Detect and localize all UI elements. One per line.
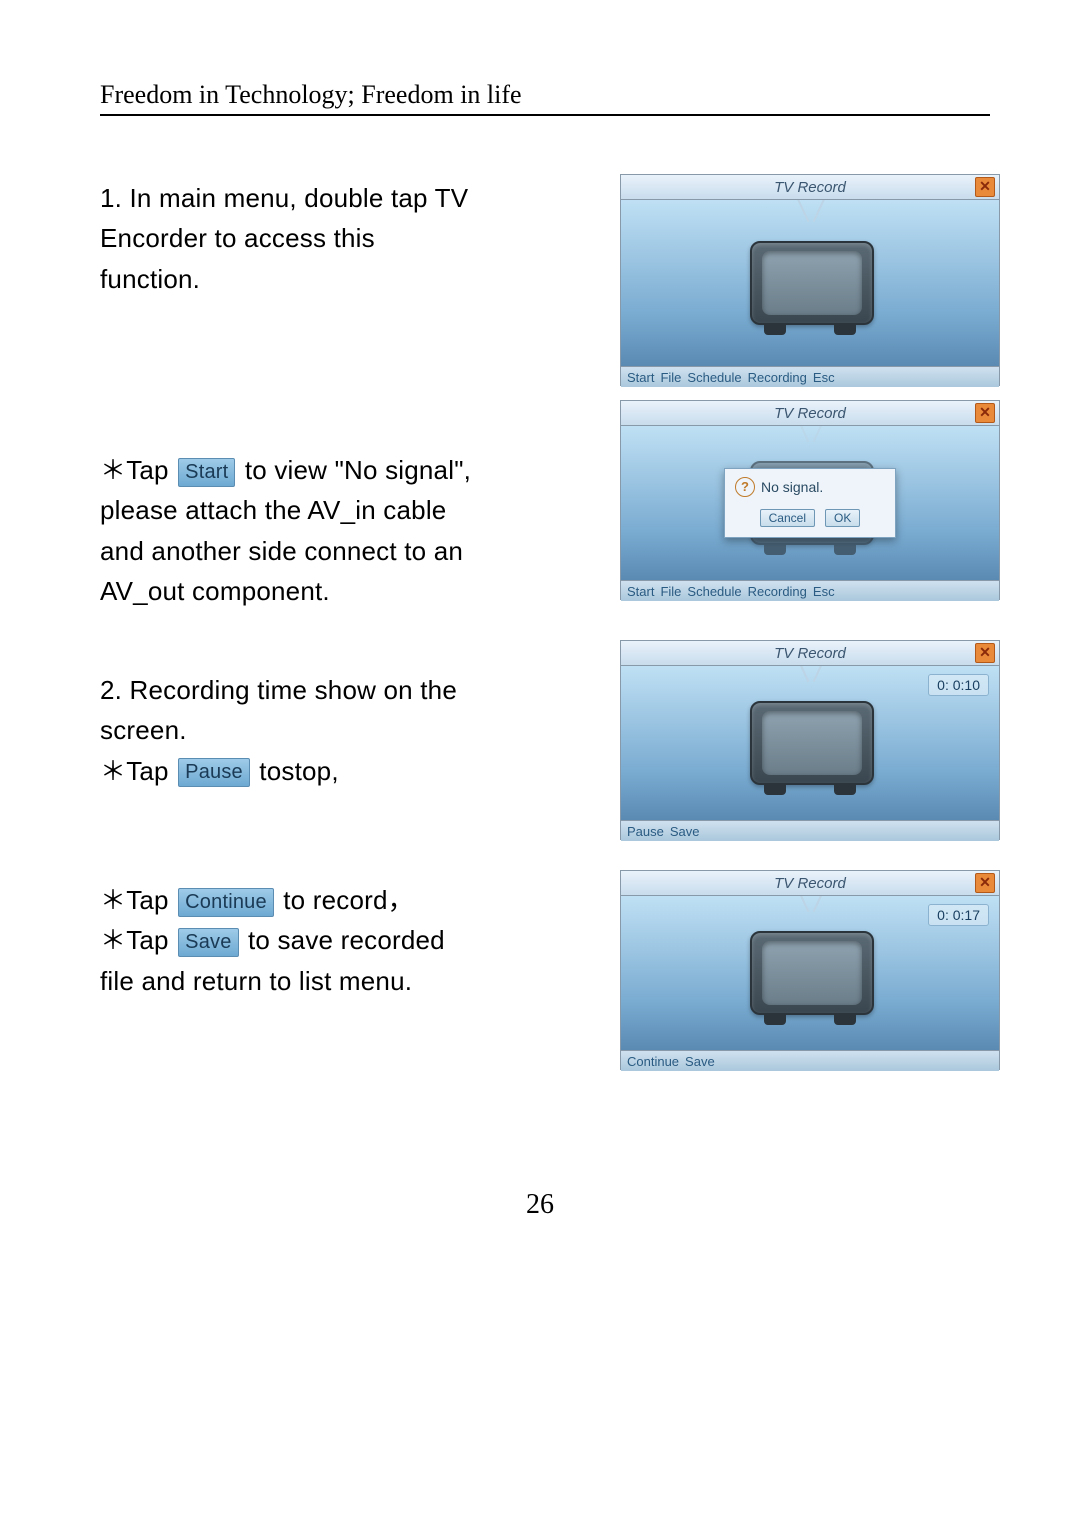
footer-start[interactable]: Start [627, 370, 654, 385]
footer-file[interactable]: File [660, 370, 681, 385]
save-pill: Save [178, 928, 238, 957]
question-icon: ? [735, 477, 755, 497]
close-icon[interactable]: ✕ [975, 873, 995, 893]
tv-screen: 0: 0:10 [621, 666, 999, 820]
page-number: 26 [0, 1189, 1080, 1221]
screenshot-2: TV Record ✕ ? No signal. Cancel OK [620, 400, 1000, 600]
window-title: TV Record [774, 405, 846, 422]
window-title: TV Record [774, 179, 846, 196]
screenshot-1: TV Record ✕ Start File Schedule Recordin… [620, 174, 1000, 386]
footer-file[interactable]: File [660, 584, 681, 599]
page-header: Freedom in Technology; Freedom in life [100, 80, 990, 116]
step4-l2-prefix: ＊Tap [100, 925, 176, 955]
footer-save[interactable]: Save [670, 824, 700, 839]
window-title: TV Record [774, 875, 846, 892]
start-pill: Start [178, 458, 235, 487]
tv-screen [621, 200, 999, 366]
footer-schedule[interactable]: Schedule [687, 370, 741, 385]
step4-text: ＊Tap Continue to record， ＊Tap Save to sa… [100, 880, 480, 1001]
footer-save[interactable]: Save [685, 1054, 715, 1069]
footer-recording[interactable]: Recording [748, 584, 807, 599]
footer-esc[interactable]: Esc [813, 584, 835, 599]
footer-start[interactable]: Start [627, 584, 654, 599]
footer-menu: Pause Save [621, 820, 999, 841]
step1-text: 1. In main menu, double tap TV Encorder … [100, 178, 480, 299]
screenshot-3: TV Record ✕ 0: 0:10 Pause Save [620, 640, 1000, 840]
step2-text: ＊Tap Start to view "No signal", please a… [100, 450, 480, 611]
step3-prefix: ＊Tap [100, 756, 176, 786]
dialog-message: No signal. [761, 479, 823, 495]
footer-menu: Start File Schedule Recording Esc [621, 366, 999, 387]
titlebar: TV Record ✕ [621, 401, 999, 426]
step2-prefix: ＊Tap [100, 455, 176, 485]
close-icon[interactable]: ✕ [975, 643, 995, 663]
tv-screen: ? No signal. Cancel OK [621, 426, 999, 580]
step3-after: tostop, [252, 756, 339, 786]
tv-icon [750, 701, 870, 785]
tv-screen: 0: 0:17 [621, 896, 999, 1050]
titlebar: TV Record ✕ [621, 871, 999, 896]
continue-pill: Continue [178, 888, 274, 917]
footer-esc[interactable]: Esc [813, 370, 835, 385]
footer-schedule[interactable]: Schedule [687, 584, 741, 599]
footer-recording[interactable]: Recording [748, 370, 807, 385]
titlebar: TV Record ✕ [621, 175, 999, 200]
footer-pause[interactable]: Pause [627, 824, 664, 839]
tv-icon [750, 931, 870, 1015]
timer-badge: 0: 0:10 [928, 674, 989, 696]
footer-menu: Continue Save [621, 1050, 999, 1071]
ok-button[interactable]: OK [825, 509, 860, 527]
screenshot-4: TV Record ✕ 0: 0:17 Continue Save [620, 870, 1000, 1070]
step3-line1: 2. Recording time show on the screen. [100, 670, 480, 751]
close-icon[interactable]: ✕ [975, 403, 995, 423]
timer-badge: 0: 0:17 [928, 904, 989, 926]
window-title: TV Record [774, 645, 846, 662]
close-icon[interactable]: ✕ [975, 177, 995, 197]
step3-text: 2. Recording time show on the screen. ＊T… [100, 670, 480, 791]
footer-menu: Start File Schedule Recording Esc [621, 580, 999, 601]
pause-pill: Pause [178, 758, 250, 787]
footer-continue[interactable]: Continue [627, 1054, 679, 1069]
step4-l1-after: to record， [276, 885, 414, 915]
tv-icon [750, 241, 870, 325]
cancel-button[interactable]: Cancel [760, 509, 815, 527]
titlebar: TV Record ✕ [621, 641, 999, 666]
step4-l1-prefix: ＊Tap [100, 885, 176, 915]
no-signal-dialog: ? No signal. Cancel OK [724, 468, 896, 538]
